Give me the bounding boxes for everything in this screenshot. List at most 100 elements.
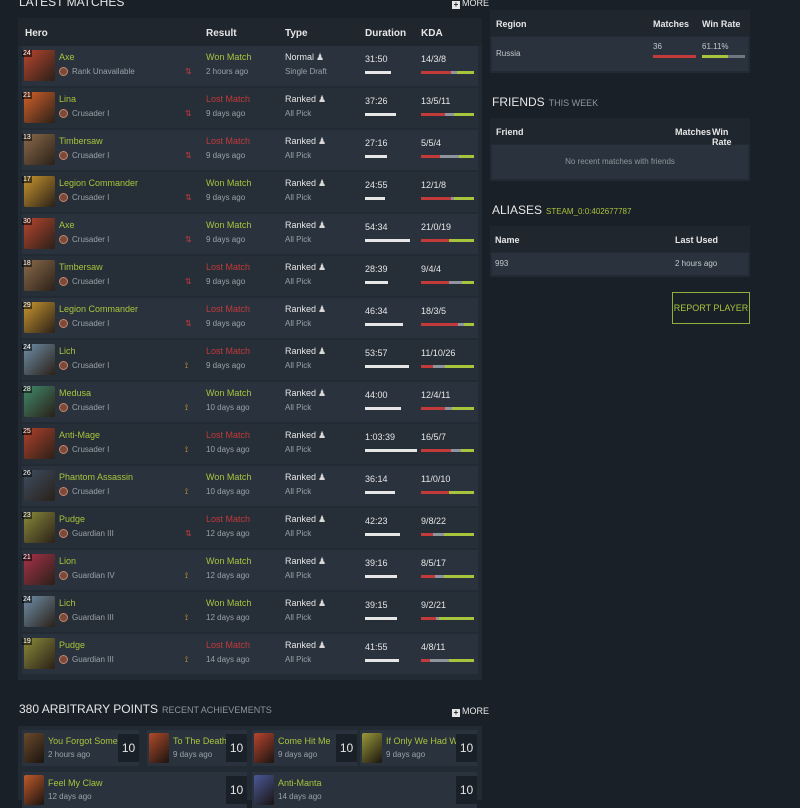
match-result[interactable]: Lost Match <box>206 262 250 272</box>
assists-segment <box>458 155 474 158</box>
hero-name[interactable]: Anti-Mage <box>59 430 100 440</box>
match-type-label: Normal <box>285 52 315 62</box>
report-player-button[interactable]: REPORT PLAYER <box>672 292 750 324</box>
match-result[interactable]: Lost Match <box>206 346 250 356</box>
kills-segment <box>421 533 434 536</box>
match-row[interactable]: 30 Axe Crusader I Won Match ⇅ 9 days ago Ranke… <box>22 214 478 254</box>
kda-bar <box>421 533 474 536</box>
party-icon: ♟ <box>318 640 327 650</box>
achievement-name[interactable]: Anti-Manta <box>278 778 322 788</box>
duration-bar <box>365 155 387 158</box>
rank-label: Crusader I <box>72 277 110 286</box>
achievement-name[interactable]: To The Death <box>173 736 227 746</box>
match-duration: 53:57 <box>365 348 388 358</box>
hero-name[interactable]: Medusa <box>59 388 91 398</box>
party-icon: ♟ <box>318 472 327 482</box>
game-mode: All Pick <box>285 445 312 454</box>
hero-name[interactable]: Lina <box>59 94 76 104</box>
match-result[interactable]: Won Match <box>206 220 251 230</box>
match-result[interactable]: Lost Match <box>206 304 250 314</box>
match-result[interactable]: Won Match <box>206 472 251 482</box>
assists-segment <box>448 659 474 662</box>
match-kda: 8/5/17 <box>421 558 447 568</box>
match-result[interactable]: Won Match <box>206 388 251 398</box>
friends-title-text: FRIENDS <box>492 95 545 109</box>
achievement-card[interactable]: You Forgot Something 2 hours ago 10 <box>22 730 139 766</box>
kills-segment <box>421 491 449 494</box>
kills-segment <box>421 575 436 578</box>
duration-bar <box>365 575 397 578</box>
match-kda: 21/0/19 <box>421 222 452 232</box>
match-row[interactable]: 17 Legion Commander Crusader I Won Match ⇅ 9 … <box>22 172 478 212</box>
rank-label: Crusader I <box>72 193 110 202</box>
match-row[interactable]: 28 Medusa Crusader I Won Match ⟟ 10 days ago R… <box>22 382 478 422</box>
match-result[interactable]: Lost Match <box>206 430 250 440</box>
match-row[interactable]: 13 Timbersaw Crusader I Lost Match ⇅ 9 days a… <box>22 130 478 170</box>
hero-name[interactable]: Lion <box>59 556 76 566</box>
match-result[interactable]: Lost Match <box>206 136 250 146</box>
match-row[interactable]: 25 Anti-Mage Crusader I Lost Match ⟟ 10 days … <box>22 424 478 464</box>
friends-table-header: Friend Matches Win Rate <box>490 118 750 147</box>
hero-name[interactable]: Timbersaw <box>59 262 103 272</box>
assists-segment <box>444 365 474 368</box>
match-row[interactable]: 24 Lich Guardian III Won Match ⟟ 12 days ago R… <box>22 592 478 632</box>
header-friend-win-rate: Win Rate <box>712 127 732 147</box>
match-duration: 28:39 <box>365 264 388 274</box>
radiant-faction-icon: ⟟ <box>185 403 188 412</box>
match-time-ago: 14 days ago <box>206 655 250 664</box>
hero-name[interactable]: Pudge <box>59 514 85 524</box>
achievement-name[interactable]: Feel My Claw <box>48 778 103 788</box>
match-row[interactable]: 21 Lina Crusader I Lost Match ⇅ 9 days ago Ran… <box>22 88 478 128</box>
match-row[interactable]: 21 Lion Guardian IV Won Match ⟟ 12 days ago Ra… <box>22 550 478 590</box>
achievement-icon <box>149 733 169 763</box>
hero-name[interactable]: Legion Commander <box>59 178 138 188</box>
alias-name: 993 <box>495 259 509 268</box>
hero-name[interactable]: Lich <box>59 346 76 356</box>
match-row[interactable]: 24 Axe Rank Unavailable Won Match ⇅ 2 hours a… <box>22 46 478 86</box>
hero-name[interactable]: Lich <box>59 598 76 608</box>
match-result[interactable]: Won Match <box>206 178 251 188</box>
hero-name[interactable]: Legion Commander <box>59 304 138 314</box>
rank-label: Crusader I <box>72 235 110 244</box>
match-row[interactable]: 19 Pudge Guardian III Lost Match ⟟ 14 days ag… <box>22 634 478 674</box>
match-row[interactable]: 24 Lich Crusader I Lost Match ⟟ 9 days ago Ran… <box>22 340 478 380</box>
kda-bar <box>421 365 474 368</box>
hero-name[interactable]: Phantom Assassin <box>59 472 133 482</box>
achievement-card[interactable]: Anti-Manta 14 days ago 10 <box>252 772 477 808</box>
match-row[interactable]: 18 Timbersaw Crusader I Lost Match ⇅ 9 days a… <box>22 256 478 296</box>
achievement-card[interactable]: Come Hit Me 9 days ago 10 <box>252 730 357 766</box>
party-icon: ♟ <box>318 220 327 230</box>
rank-medal-icon <box>59 613 68 622</box>
achievement-name[interactable]: Come Hit Me <box>278 736 331 746</box>
achievements-more-link[interactable]: + MORE <box>452 706 489 717</box>
achievement-icon <box>24 733 44 763</box>
match-result[interactable]: Won Match <box>206 52 251 62</box>
match-row[interactable]: 26 Phantom Assassin Crusader I Won Match ⟟ 10… <box>22 466 478 506</box>
match-result[interactable]: Lost Match <box>206 94 250 104</box>
match-type-label: Ranked <box>285 472 317 482</box>
region-row[interactable]: Russia 36 61.11% <box>492 37 748 71</box>
kills-segment <box>421 365 434 368</box>
kills-segment <box>421 281 450 284</box>
match-result[interactable]: Won Match <box>206 598 251 608</box>
matches-more-link[interactable]: + MORE <box>452 0 489 9</box>
match-result[interactable]: Lost Match <box>206 514 250 524</box>
match-result[interactable]: Lost Match <box>206 640 250 650</box>
match-time-ago: 12 days ago <box>206 529 250 538</box>
hero-name[interactable]: Axe <box>59 52 75 62</box>
match-result[interactable]: Won Match <box>206 556 251 566</box>
achievement-card[interactable]: Feel My Claw 12 days ago 10 <box>22 772 247 808</box>
hero-name[interactable]: Timbersaw <box>59 136 103 146</box>
match-row[interactable]: 23 Pudge Guardian III Lost Match ⇅ 12 days ag… <box>22 508 478 548</box>
achievement-card[interactable]: To The Death 9 days ago 10 <box>147 730 247 766</box>
match-type-label: Ranked <box>285 598 317 608</box>
region-matches-bar <box>653 55 696 58</box>
hero-level: 26 <box>22 470 32 477</box>
match-row[interactable]: 29 Legion Commander Crusader I Lost Match ⇅ 9… <box>22 298 478 338</box>
match-type-label: Ranked <box>285 430 317 440</box>
hero-name[interactable]: Axe <box>59 220 75 230</box>
game-mode: All Pick <box>285 529 312 538</box>
achievement-points: 10 <box>226 734 247 762</box>
hero-name[interactable]: Pudge <box>59 640 85 650</box>
achievement-card[interactable]: If Only We Had Wards 9 days ago 10 <box>360 730 477 766</box>
